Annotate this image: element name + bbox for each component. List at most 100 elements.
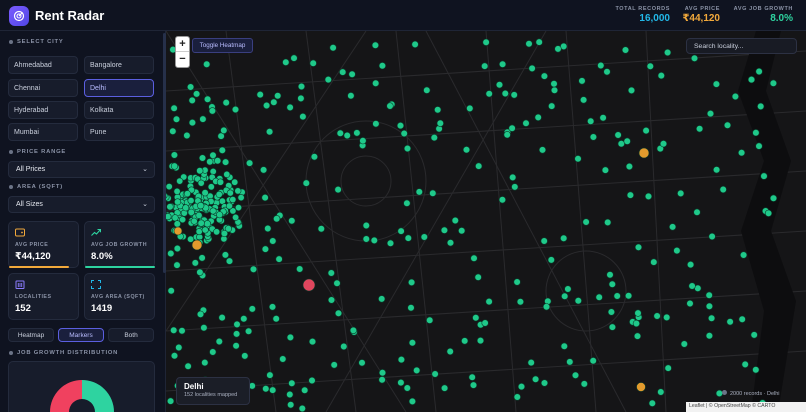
locality-marker[interactable] (623, 137, 631, 145)
locality-marker[interactable] (423, 86, 431, 94)
locality-marker[interactable] (755, 142, 763, 150)
locality-marker[interactable] (244, 327, 253, 335)
locality-marker[interactable] (209, 168, 217, 176)
locality-marker[interactable] (378, 376, 386, 384)
locality-marker[interactable] (677, 189, 685, 197)
locality-marker[interactable] (308, 338, 317, 346)
zoom-out-button[interactable]: − (176, 52, 189, 67)
locality-marker[interactable] (334, 309, 343, 317)
locality-marker[interactable] (195, 211, 203, 219)
locality-marker[interactable] (481, 62, 489, 70)
locality-marker[interactable] (209, 207, 217, 215)
locality-marker[interactable] (196, 268, 204, 276)
toggle-heatmap-button[interactable]: Toggle Heatmap (192, 38, 253, 53)
locality-marker[interactable] (386, 239, 395, 247)
locality-marker[interactable] (634, 243, 643, 251)
locality-marker[interactable] (644, 192, 653, 200)
locality-marker[interactable] (232, 213, 240, 221)
locality-marker[interactable] (513, 393, 521, 401)
locality-marker[interactable] (587, 117, 595, 125)
locality-marker[interactable] (286, 390, 294, 399)
locality-marker[interactable] (249, 265, 258, 273)
locality-marker[interactable] (371, 41, 379, 49)
locality-marker[interactable] (475, 162, 483, 170)
locality-marker[interactable] (636, 382, 646, 392)
locality-marker[interactable] (638, 147, 650, 159)
locality-marker[interactable] (625, 292, 633, 300)
locality-marker[interactable] (690, 54, 699, 62)
locality-marker[interactable] (657, 71, 665, 80)
locality-marker[interactable] (297, 82, 306, 91)
locality-marker[interactable] (474, 273, 482, 281)
locality-marker[interactable] (503, 131, 511, 139)
locality-marker[interactable] (198, 254, 206, 262)
locality-marker[interactable] (621, 46, 630, 54)
locality-marker[interactable] (708, 232, 716, 241)
locality-marker[interactable] (532, 375, 540, 383)
locality-marker[interactable] (286, 333, 294, 342)
locality-marker[interactable] (231, 105, 240, 114)
locality-marker[interactable] (613, 292, 621, 300)
locality-marker[interactable] (534, 113, 542, 121)
locality-marker[interactable] (176, 177, 184, 185)
locality-marker[interactable] (298, 404, 306, 412)
locality-marker[interactable] (430, 133, 438, 142)
locality-marker[interactable] (256, 90, 264, 99)
locality-marker[interactable] (218, 314, 226, 322)
locality-marker[interactable] (404, 234, 412, 242)
locality-marker[interactable] (485, 298, 493, 306)
locality-marker[interactable] (290, 54, 298, 62)
locality-marker[interactable] (446, 347, 454, 356)
locality-marker[interactable] (508, 124, 516, 132)
locality-marker[interactable] (171, 214, 179, 222)
locality-marker[interactable] (220, 229, 229, 238)
locality-marker[interactable] (166, 183, 173, 191)
locality-marker[interactable] (215, 337, 223, 346)
locality-marker[interactable] (262, 101, 271, 110)
locality-marker[interactable] (178, 327, 186, 335)
locality-marker[interactable] (396, 121, 405, 130)
locality-marker[interactable] (451, 216, 459, 225)
locality-marker[interactable] (286, 103, 294, 111)
locality-marker[interactable] (571, 371, 580, 379)
locality-marker[interactable] (646, 62, 654, 70)
locality-marker[interactable] (166, 397, 175, 405)
locality-marker[interactable] (225, 202, 233, 210)
locality-marker[interactable] (347, 92, 355, 100)
locality-marker[interactable] (574, 155, 582, 163)
locality-marker[interactable] (170, 352, 179, 360)
locality-marker[interactable] (601, 166, 610, 174)
locality-marker[interactable] (522, 119, 530, 127)
locality-marker[interactable] (324, 75, 332, 84)
locality-marker[interactable] (223, 170, 231, 178)
locality-marker[interactable] (411, 40, 419, 48)
locality-marker[interactable] (216, 178, 225, 186)
locality-marker[interactable] (317, 225, 325, 233)
city-bangalore[interactable]: Bangalore (84, 56, 154, 74)
locality-marker[interactable] (400, 129, 408, 138)
locality-marker[interactable] (262, 385, 270, 393)
locality-marker[interactable] (208, 107, 217, 115)
locality-marker[interactable] (719, 185, 727, 194)
locality-marker[interactable] (673, 247, 681, 255)
city-hyderabad[interactable]: Hyderabad (8, 101, 78, 119)
locality-marker[interactable] (183, 190, 191, 198)
locality-marker[interactable] (664, 48, 672, 57)
locality-marker[interactable] (187, 208, 195, 216)
locality-marker[interactable] (525, 40, 533, 48)
locality-marker[interactable] (234, 187, 242, 195)
locality-marker[interactable] (229, 196, 237, 204)
locality-marker[interactable] (693, 208, 701, 216)
locality-marker[interactable] (197, 202, 205, 210)
locality-marker[interactable] (221, 158, 230, 166)
locality-marker[interactable] (167, 287, 175, 295)
locality-marker[interactable] (769, 194, 778, 202)
locality-marker[interactable] (632, 319, 641, 328)
locality-marker[interactable] (231, 178, 239, 186)
locality-marker[interactable] (296, 265, 304, 273)
map-canvas[interactable] (166, 31, 806, 412)
locality-marker[interactable] (329, 44, 337, 52)
locality-marker[interactable] (561, 292, 569, 300)
locality-marker[interactable] (327, 296, 336, 304)
locality-marker[interactable] (279, 355, 287, 363)
